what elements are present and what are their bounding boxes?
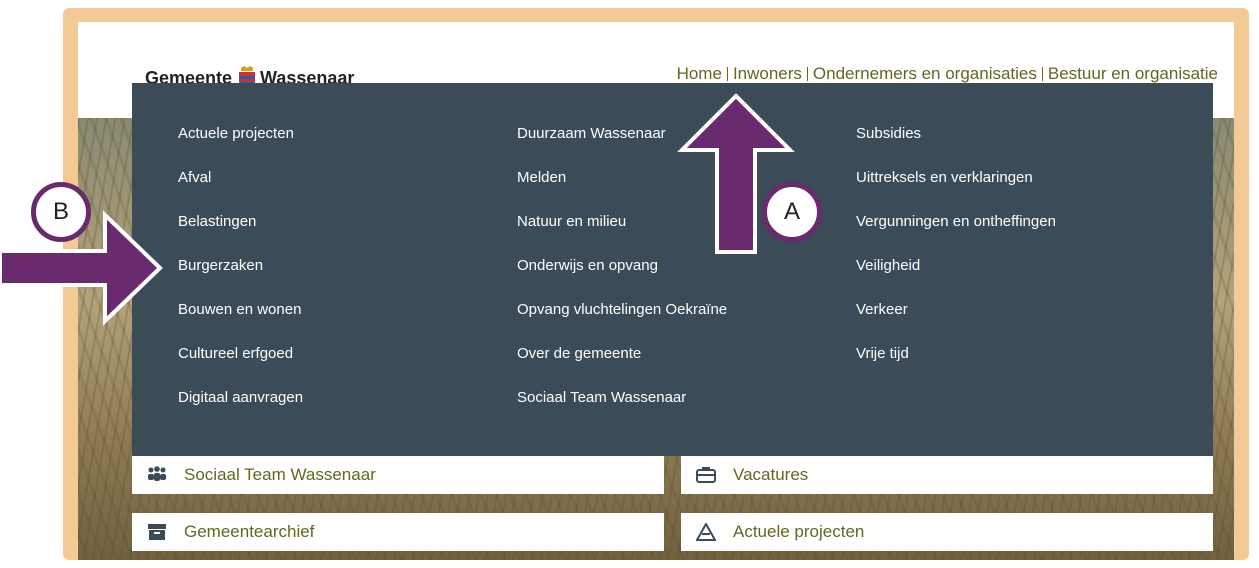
badge-label: A: [783, 198, 800, 225]
annotation-badge-b: B: [31, 182, 91, 242]
annotation-badge-a: A: [762, 182, 822, 242]
annotation-arrows: [0, 93, 795, 326]
badge-label: B: [52, 198, 69, 225]
